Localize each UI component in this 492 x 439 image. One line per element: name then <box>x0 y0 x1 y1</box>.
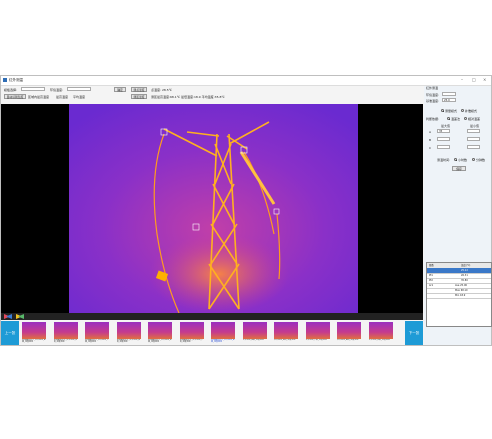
confirm-button[interactable]: 确定 <box>114 86 126 92</box>
time-label: 测温时间: <box>437 158 451 162</box>
thumbnail-item[interactable]: 某线路某塔号_红外测温_A相_温度测温 <box>211 322 235 345</box>
result-table: 参数 温度(℃) 25.12 Pt1 26.31 Pt2 35.80 Ar1 A… <box>426 262 492 327</box>
thumbnail-item[interactable]: 红外测温_C相_温度测温 <box>305 322 330 345</box>
thumbnail-caption: 红外测温_B相_温度测温 <box>274 339 296 341</box>
thumbnail-item[interactable]: 某线路某塔号_红外测温_C相_温度测温 <box>85 322 109 345</box>
row-c-label: C <box>429 146 432 150</box>
auto-identify-button[interactable]: 自动识别温度 <box>4 94 26 99</box>
thumbnail-image <box>211 322 235 339</box>
thumbnail-image <box>53 322 78 339</box>
area-temp-button[interactable]: 测区温度 <box>131 94 147 99</box>
strip-scrollbar[interactable] <box>1 313 423 320</box>
thumbnail-image <box>242 322 267 339</box>
thumbnail-caption: 某线路某塔号_红外测温_B相_温度测温 <box>53 339 77 344</box>
next-button[interactable]: 下一张 <box>405 321 423 345</box>
minutes-label: 分钟数 <box>476 158 486 162</box>
thumbnail-image <box>305 322 330 339</box>
thermal-image[interactable] <box>69 104 358 313</box>
measure-point-button[interactable]: 测点温度 <box>131 86 147 92</box>
thumbnail-image <box>22 322 46 339</box>
toolbar: 模板选择: 环境温度: 确定 测点温度 点温度: 28.5℃ 自动识别温度 区域… <box>1 86 423 104</box>
thumbnail-item[interactable]: 红外测温_A相_温度测温 <box>337 322 361 345</box>
thumbnail-caption: 某线路某塔号_红外测温_A相_温度测温 <box>22 339 46 344</box>
env-temp-input[interactable] <box>67 87 91 91</box>
table-row[interactable]: Min 18.9 <box>427 293 491 299</box>
measure-mode-radio[interactable] <box>441 109 444 112</box>
minimize-icon[interactable]: – <box>461 77 463 82</box>
thumbnail-item[interactable]: 某线路某塔号_红外测温_A相_温度测温 <box>22 322 46 345</box>
thumbnail-strip: 上一张 下一张 某线路某塔号_红外测温_A相_温度测温 某线路某塔号_红外测温_B… <box>1 313 423 345</box>
thumbnail-item[interactable]: 某线路某塔号_红外测温_C相_温度测温 <box>179 322 204 345</box>
model-select[interactable] <box>21 87 45 91</box>
scroll-markers-icon <box>4 314 24 319</box>
window-title: 红外测温 <box>9 78 23 82</box>
env-temp-label: 环境温度: <box>426 93 440 97</box>
minutes-radio[interactable] <box>472 158 475 161</box>
a-max-input[interactable]: 35 <box>437 129 450 133</box>
compensate-mode-radio[interactable] <box>461 109 464 112</box>
thumbnail-image <box>116 322 141 339</box>
title-bar: 红外测温 – □ × <box>1 76 491 86</box>
thumbnail-image <box>85 322 109 339</box>
thumbnail-caption: 某线路某塔号_红外测温_C相_温度测温 <box>85 339 109 344</box>
thumbnail-caption: 某线路某塔号_红外测温_A相_温度测温 <box>211 339 235 344</box>
b-max-input[interactable] <box>437 137 450 141</box>
thumbnail-item[interactable]: 某线路某塔号_红外测温_B相_温度测温 <box>148 322 172 345</box>
max-temp-label: 最高温度 <box>56 95 69 99</box>
thumbnail-item[interactable]: 红外测温_B相_温度测温 <box>368 322 393 345</box>
image-viewer <box>1 104 423 313</box>
ref-temp-label: 基准温度: <box>426 99 440 103</box>
criterion-label: 判断依据: <box>426 117 440 121</box>
hours-label: 小时数 <box>458 158 468 162</box>
area-max-label: 区域内最高温度 <box>28 95 50 99</box>
c-min-input[interactable] <box>467 145 480 149</box>
maximize-icon[interactable]: □ <box>472 77 476 82</box>
measure-mode-label: 测量模式 <box>445 109 458 113</box>
temp-diff-label: 温差法 <box>451 117 461 121</box>
thumbnail-caption: 红外测温_C相_温度测温 <box>305 339 327 341</box>
thumbnail-caption: 红外测温_A相_温度测温 <box>242 339 264 341</box>
thumbnail-image <box>179 322 204 339</box>
app-window: 红外测温 – □ × 模板选择: 环境温度: 确定 测点温度 点温度: 28.5… <box>0 75 492 346</box>
relative-diff-label: 相对温差 <box>468 117 481 121</box>
app-icon <box>3 78 7 82</box>
col-max-label: 最大值 <box>441 124 451 128</box>
thumbnail-image <box>368 322 393 339</box>
env-temp-label: 环境温度: <box>50 88 64 92</box>
thumbnail-image <box>148 322 172 339</box>
area-result-text: 测区最高温度:68.1℃ 最低温度:18.9 平均温度:35.8℃ <box>151 95 225 99</box>
thumbnail-item[interactable]: 某线路某塔号_红外测温_A相_温度测温 <box>116 322 141 345</box>
thumbnail-image <box>274 322 298 339</box>
thumbnail-item[interactable]: 某线路某塔号_红外测温_B相_温度测温 <box>53 322 78 345</box>
env-temp-input[interactable] <box>442 92 456 96</box>
row-b-label: B <box>429 138 432 142</box>
hours-radio[interactable] <box>454 158 457 161</box>
col-min-label: 最小值 <box>470 124 480 128</box>
thumbnail-caption: 某线路某塔号_红外测温_A相_温度测温 <box>116 339 140 344</box>
thumbnail-image <box>337 322 361 339</box>
temp-diff-radio[interactable] <box>447 117 450 120</box>
panel-title: 红外测温 <box>426 86 439 90</box>
thumbnail-caption: 某线路某塔号_红外测温_B相_温度测温 <box>148 339 172 344</box>
thumbnail-caption: 红外测温_B相_温度测温 <box>368 339 390 341</box>
model-label: 模板选择: <box>4 88 18 92</box>
thumbnail-caption: 某线路某塔号_红外测温_C相_温度测温 <box>179 339 203 344</box>
close-icon[interactable]: × <box>483 77 486 82</box>
prev-button[interactable]: 上一张 <box>1 321 19 345</box>
ref-temp-input[interactable]: 25.0 <box>442 98 456 102</box>
relative-diff-radio[interactable] <box>464 117 467 120</box>
right-panel: 红外测温 环境温度: 基准温度: 25.0 测量模式 补偿模式 判断依据: 温差… <box>424 86 492 345</box>
warm-region <box>149 234 289 313</box>
point-temp-text: 点温度: 28.5℃ <box>151 88 173 92</box>
save-button[interactable]: 保存 <box>452 166 466 171</box>
avg-temp-label: 平均温度 <box>73 95 86 99</box>
b-min-input[interactable] <box>467 137 480 141</box>
c-max-input[interactable] <box>437 145 450 149</box>
thumbnail-item[interactable]: 红外测温_A相_温度测温 <box>242 322 267 345</box>
thumbnail-item[interactable]: 红外测温_B相_温度测温 <box>274 322 298 345</box>
thumbnail-caption: 红外测温_A相_温度测温 <box>337 339 359 341</box>
compensate-mode-label: 补偿模式 <box>465 109 478 113</box>
a-min-input[interactable] <box>467 129 480 133</box>
row-a-label: A <box>429 130 432 134</box>
